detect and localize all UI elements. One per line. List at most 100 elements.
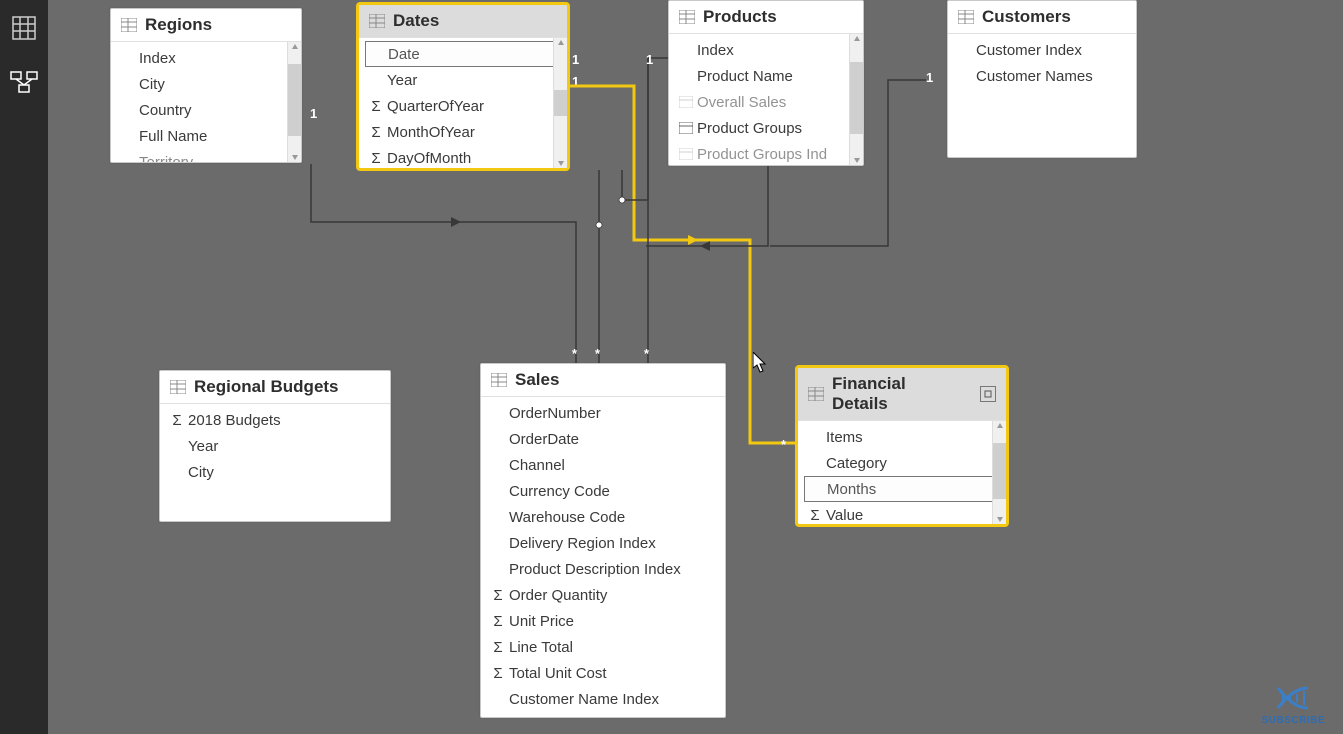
mouse-cursor-icon — [753, 352, 769, 374]
svg-text:1: 1 — [310, 106, 317, 121]
field-row[interactable]: Customer Names — [948, 63, 1136, 89]
field-row[interactable]: Date — [365, 41, 561, 67]
sigma-icon: Σ — [489, 639, 507, 656]
field-row[interactable]: Currency Code — [481, 478, 725, 504]
table-header[interactable]: Products — [669, 1, 863, 34]
field-row[interactable]: City — [160, 459, 390, 485]
field-row[interactable]: OrderNumber — [481, 400, 725, 426]
field-row[interactable]: ΣDayOfMonth — [359, 145, 567, 168]
field-row[interactable]: Territory — [111, 149, 301, 162]
sigma-icon: Σ — [806, 507, 824, 524]
field-row[interactable]: Year — [160, 433, 390, 459]
field-row[interactable]: OrderDate — [481, 426, 725, 452]
table-header[interactable]: Financial Details — [798, 368, 1006, 421]
table-title: Products — [703, 7, 777, 27]
svg-text:*: * — [781, 437, 787, 452]
hierarchy-icon — [677, 96, 695, 108]
subscribe-label: SUBSCRIBE — [1262, 715, 1325, 726]
table-header[interactable]: Sales — [481, 364, 725, 397]
field-row[interactable]: Customer Index — [948, 37, 1136, 63]
dna-icon — [1273, 683, 1313, 713]
scrollbar[interactable] — [287, 42, 301, 162]
table-icon — [958, 10, 974, 24]
table-title: Regional Budgets — [194, 377, 339, 397]
scrollbar[interactable] — [849, 34, 863, 165]
table-title: Dates — [393, 11, 439, 31]
field-row[interactable]: Items — [798, 424, 1006, 450]
sigma-icon: Σ — [367, 124, 385, 141]
table-header[interactable]: Regions — [111, 9, 301, 42]
field-row[interactable]: Months — [804, 476, 1000, 502]
field-row[interactable]: Category — [798, 450, 1006, 476]
table-icon — [121, 18, 137, 32]
table-title: Regions — [145, 15, 212, 35]
field-row[interactable]: City — [111, 71, 301, 97]
fields-list: Index Product Name Overall Sales Product… — [669, 34, 863, 165]
field-row[interactable]: Year — [359, 67, 567, 93]
table-title: Sales — [515, 370, 559, 390]
sigma-icon: Σ — [489, 665, 507, 682]
field-row[interactable]: ΣTotal Unit Cost — [481, 660, 725, 686]
field-row[interactable]: ΣValue — [798, 502, 1006, 524]
table-title: Financial Details — [832, 374, 964, 414]
table-icon — [170, 380, 186, 394]
field-row[interactable]: ΣMonthOfYear — [359, 119, 567, 145]
maximize-icon[interactable] — [980, 386, 996, 402]
fields-list: Index City Country Full Name Territory — [111, 42, 301, 162]
sigma-icon: Σ — [367, 150, 385, 167]
field-row[interactable]: Index — [111, 45, 301, 71]
svg-text:*: * — [595, 346, 601, 361]
table-sales[interactable]: Sales OrderNumber OrderDate Channel Curr… — [480, 363, 726, 718]
model-view-icon[interactable] — [6, 64, 42, 100]
table-customers[interactable]: Customers Customer Index Customer Names — [947, 0, 1137, 158]
table-dates[interactable]: Dates Date Year ΣQuarterOfYear ΣMonthOfY… — [358, 4, 568, 169]
field-row[interactable]: Delivery Region Index — [481, 530, 725, 556]
data-table-icon[interactable] — [6, 10, 42, 46]
fields-list: Customer Index Customer Names — [948, 34, 1136, 157]
field-row[interactable]: Product Description Index — [481, 556, 725, 582]
field-row[interactable]: Product Name — [669, 63, 863, 89]
left-sidebar — [0, 0, 48, 734]
table-header[interactable]: Regional Budgets — [160, 371, 390, 404]
hierarchy-icon — [677, 122, 695, 134]
fields-list: OrderNumber OrderDate Channel Currency C… — [481, 397, 725, 717]
model-canvas[interactable]: 1 * 1 * 1 * 1 * 1 Regions Index — [48, 0, 1343, 734]
svg-text:1: 1 — [572, 52, 579, 67]
svg-text:*: * — [644, 346, 650, 361]
field-row[interactable]: Full Name — [111, 123, 301, 149]
field-row[interactable]: Country — [111, 97, 301, 123]
field-row[interactable]: Product Groups Ind — [669, 141, 863, 165]
field-row[interactable]: Σ2018 Budgets — [160, 407, 390, 433]
fields-list: Items Category Months ΣValue Type — [798, 421, 1006, 524]
table-products[interactable]: Products Index Product Name Overall Sale… — [668, 0, 864, 166]
table-regions[interactable]: Regions Index City Country Full Name Ter… — [110, 8, 302, 163]
field-row[interactable]: ΣQuarterOfYear — [359, 93, 567, 119]
field-row[interactable]: Product Groups — [669, 115, 863, 141]
table-icon — [491, 373, 507, 387]
table-financial-details[interactable]: Financial Details Items Category Months … — [797, 367, 1007, 525]
field-row[interactable]: ΣOrder Quantity — [481, 582, 725, 608]
field-row[interactable]: Index — [669, 37, 863, 63]
field-row[interactable]: Channel — [481, 452, 725, 478]
field-row[interactable]: Overall Sales — [669, 89, 863, 115]
table-title: Customers — [982, 7, 1071, 27]
scrollbar[interactable] — [553, 38, 567, 168]
svg-text:*: * — [572, 346, 578, 361]
table-header[interactable]: Customers — [948, 1, 1136, 34]
table-header[interactable]: Dates — [359, 5, 567, 38]
field-row[interactable]: ΣUnit Price — [481, 608, 725, 634]
field-row[interactable]: Warehouse Code — [481, 504, 725, 530]
svg-text:1: 1 — [926, 70, 933, 85]
sigma-icon: Σ — [367, 98, 385, 115]
scrollbar[interactable] — [992, 421, 1006, 524]
subscribe-watermark: SUBSCRIBE — [1262, 683, 1325, 726]
field-row[interactable]: ΣLine Total — [481, 634, 725, 660]
table-icon — [679, 10, 695, 24]
table-icon — [808, 387, 824, 401]
fields-list: Date Year ΣQuarterOfYear ΣMonthOfYear ΣD… — [359, 38, 567, 168]
svg-text:1: 1 — [572, 74, 579, 89]
table-regional-budgets[interactable]: Regional Budgets Σ2018 Budgets Year City — [159, 370, 391, 522]
fields-list: Σ2018 Budgets Year City — [160, 404, 390, 521]
field-row[interactable]: Customer Name Index — [481, 686, 725, 712]
sigma-icon: Σ — [168, 412, 186, 429]
